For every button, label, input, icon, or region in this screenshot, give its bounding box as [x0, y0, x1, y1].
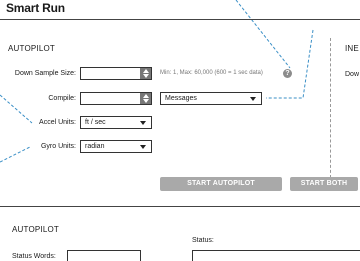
chevron-down-icon [250, 97, 256, 101]
help-icon[interactable]: ? [283, 69, 292, 78]
start-both-button[interactable]: START BOTH [290, 177, 358, 191]
header-divider [0, 19, 360, 20]
gyro-units-select[interactable]: radian [80, 140, 152, 153]
accel-units-value: ft / sec [85, 119, 106, 126]
right-panel-label: Dow [345, 71, 360, 78]
status-autopilot-heading: AUTOPILOT [12, 225, 59, 234]
compile-mode-select[interactable]: Messages [160, 92, 262, 105]
section-divider [0, 206, 360, 207]
status-label: Status: [192, 237, 214, 244]
down-sample-label: Down Sample Size: [14, 70, 76, 77]
callout-lines [0, 0, 314, 163]
gyro-units-value: radian [85, 143, 105, 150]
compile-mode-value: Messages [165, 95, 197, 102]
start-autopilot-button[interactable]: START AUTOPILOT [160, 177, 282, 191]
right-panel-heading: INE [345, 44, 359, 53]
stepper-arrows[interactable] [140, 93, 151, 104]
stepper-arrows[interactable] [140, 68, 151, 79]
accel-units-select[interactable]: ft / sec [80, 116, 152, 129]
chevron-down-icon [140, 121, 146, 125]
accel-units-label: Accel Units: [39, 119, 76, 126]
status-words-field[interactable] [67, 250, 141, 261]
status-words-label: Status Words: [12, 253, 56, 260]
compile-stepper[interactable] [80, 92, 152, 105]
page-title: Smart Run [6, 1, 65, 15]
chevron-down-icon [140, 145, 146, 149]
compile-label: Compile: [48, 95, 76, 102]
down-sample-stepper[interactable] [80, 67, 152, 80]
panel-divider [330, 38, 331, 178]
status-field[interactable] [192, 250, 360, 261]
gyro-units-label: Gyro Units: [40, 143, 76, 150]
down-sample-hint: Min: 1, Max: 60,000 (600 = 1 sec data) [160, 70, 263, 76]
autopilot-heading: AUTOPILOT [8, 44, 55, 53]
